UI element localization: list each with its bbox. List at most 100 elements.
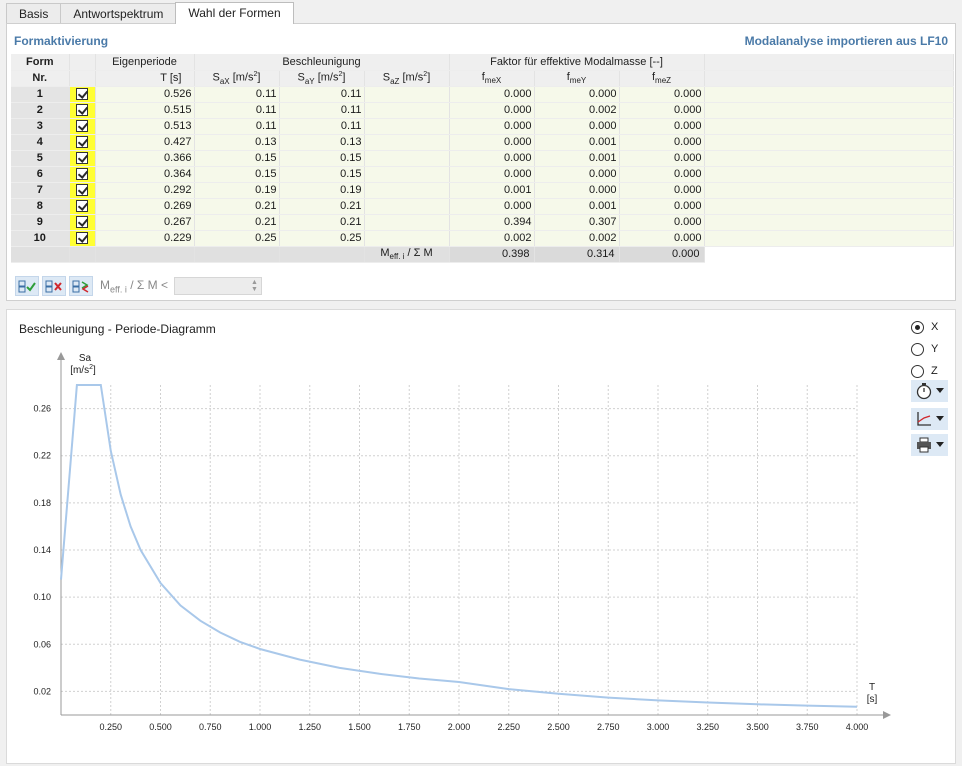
invert-selection-icon — [72, 280, 89, 293]
mode-checkbox-cell[interactable] — [69, 166, 96, 183]
saz-cell — [364, 230, 450, 247]
radio-x[interactable]: X — [911, 316, 938, 338]
mode-checkbox[interactable] — [76, 88, 88, 101]
header-beschleunigung: Beschleunigung — [194, 54, 450, 71]
row-number: 6 — [11, 166, 70, 183]
saz-cell — [364, 86, 450, 103]
fmez-cell: 0.000 — [619, 86, 705, 103]
table-row[interactable]: 2 0.515 0.11 0.11 0.000 0.002 0.000 — [11, 102, 954, 119]
table-row[interactable]: 4 0.427 0.13 0.13 0.000 0.001 0.000 — [11, 134, 954, 151]
fmey-cell: 0.000 — [534, 86, 620, 103]
radio-y[interactable]: Y — [911, 338, 938, 360]
tab-basis[interactable]: Basis — [6, 3, 62, 24]
import-modal-analysis-link[interactable]: Modalanalyse importieren aus LF10 — [745, 34, 948, 48]
mode-checkbox[interactable] — [76, 184, 88, 197]
fmez-cell: 0.000 — [619, 102, 705, 119]
view-options-button[interactable] — [911, 380, 948, 402]
tab-wahl-der-formen[interactable]: Wahl der Formen — [175, 2, 294, 24]
fmey-cell: 0.000 — [534, 118, 620, 135]
fmey-cell: 0.002 — [534, 230, 620, 247]
header-faktor: Faktor für effektive Modalmasse [--] — [449, 54, 705, 71]
row-number: 8 — [11, 198, 70, 215]
fmey-cell: 0.000 — [534, 182, 620, 199]
x-axis-arrow — [883, 711, 891, 719]
mode-checkbox-cell[interactable] — [69, 102, 96, 119]
mode-checkbox[interactable] — [76, 120, 88, 133]
check-all-icon — [18, 280, 36, 293]
mode-checkbox[interactable] — [76, 216, 88, 229]
fmex-cell: 0.000 — [449, 86, 535, 103]
threshold-input[interactable]: ▲ ▼ — [173, 277, 262, 295]
formaktivierung-panel: Formaktivierung Modalanalyse importieren… — [6, 23, 956, 301]
say-cell: 0.11 — [279, 102, 365, 119]
mode-checkbox[interactable] — [76, 104, 88, 117]
table-row[interactable]: 3 0.513 0.11 0.11 0.000 0.000 0.000 — [11, 118, 954, 135]
sax-cell: 0.21 — [194, 198, 280, 215]
mode-checkbox-cell[interactable] — [69, 198, 96, 215]
chevron-down-icon — [936, 442, 944, 447]
table-row[interactable]: 6 0.364 0.15 0.15 0.000 0.000 0.000 — [11, 166, 954, 183]
sax-cell: 0.13 — [194, 134, 280, 151]
mode-checkbox[interactable] — [76, 200, 88, 213]
tab-antwortspektrum[interactable]: Antwortspektrum — [60, 3, 177, 24]
table-row[interactable]: 8 0.269 0.21 0.21 0.000 0.001 0.000 — [11, 198, 954, 215]
row-number: 4 — [11, 134, 70, 151]
mode-checkbox-cell[interactable] — [69, 118, 96, 135]
chevron-down-icon — [936, 388, 944, 393]
fmey-cell: 0.307 — [534, 214, 620, 231]
table-row[interactable]: 5 0.366 0.15 0.15 0.000 0.001 0.000 — [11, 150, 954, 167]
threshold-spinner[interactable]: ▲ ▼ — [251, 279, 258, 293]
table-row[interactable]: 7 0.292 0.19 0.19 0.001 0.000 0.000 — [11, 182, 954, 199]
select-all-button[interactable] — [15, 276, 39, 296]
mode-checkbox-cell[interactable] — [69, 230, 96, 247]
header-nr: Nr. — [11, 70, 70, 87]
fmex-cell: 0.000 — [449, 198, 535, 215]
fmey-cell: 0.001 — [534, 150, 620, 167]
deselect-all-button[interactable] — [42, 276, 66, 296]
sax-cell: 0.15 — [194, 150, 280, 167]
radio-z-indicator — [911, 364, 924, 378]
invert-selection-button[interactable] — [69, 276, 93, 296]
table-row[interactable]: 9 0.267 0.21 0.21 0.394 0.307 0.000 — [11, 214, 954, 231]
saz-cell — [364, 182, 450, 199]
fmey-cell: 0.001 — [534, 134, 620, 151]
table-row[interactable]: 1 0.526 0.11 0.11 0.000 0.000 0.000 — [11, 86, 954, 103]
chevron-down-icon — [936, 416, 944, 421]
period-cell: 0.513 — [95, 118, 195, 135]
row-number: 3 — [11, 118, 70, 135]
print-button[interactable] — [911, 434, 948, 456]
radio-z[interactable]: Z — [911, 360, 938, 382]
y-tick-label: 0.18 — [33, 498, 51, 508]
mode-checkbox-cell[interactable] — [69, 86, 96, 103]
fmez-cell: 0.000 — [619, 150, 705, 167]
sax-cell: 0.15 — [194, 166, 280, 183]
row-number: 1 — [11, 86, 70, 103]
header-row-2: Nr. T [s] SaX [m/s2] SaY [m/s2] SaZ [m/s… — [11, 70, 954, 87]
mode-checkbox[interactable] — [76, 232, 88, 245]
header-sax: SaX [m/s2] — [194, 70, 280, 87]
fmez-cell: 0.000 — [619, 166, 705, 183]
mode-checkbox[interactable] — [76, 152, 88, 165]
period-cell: 0.515 — [95, 102, 195, 119]
mode-checkbox-cell[interactable] — [69, 182, 96, 199]
chart-options-button[interactable] — [911, 408, 948, 430]
mode-checkbox-cell[interactable] — [69, 150, 96, 167]
fmey-cell: 0.000 — [534, 166, 620, 183]
sum-fmey: 0.314 — [534, 246, 620, 263]
header-period-unit: T [s] — [95, 70, 195, 87]
x-tick-label: 2.500 — [547, 722, 570, 732]
mode-checkbox-cell[interactable] — [69, 134, 96, 151]
x-tick-label: 1.000 — [249, 722, 272, 732]
x-tick-label: 0.250 — [99, 722, 122, 732]
table-row[interactable]: 10 0.229 0.25 0.25 0.002 0.002 0.000 — [11, 230, 954, 247]
graph-icon — [917, 412, 931, 426]
mode-checkbox[interactable] — [76, 168, 88, 181]
mode-checkbox-cell[interactable] — [69, 214, 96, 231]
x-tick-label: 1.750 — [398, 722, 421, 732]
mode-checkbox[interactable] — [76, 136, 88, 149]
period-cell: 0.229 — [95, 230, 195, 247]
fmex-cell: 0.001 — [449, 182, 535, 199]
say-cell: 0.19 — [279, 182, 365, 199]
x-tick-label: 0.500 — [149, 722, 172, 732]
fmez-cell: 0.000 — [619, 214, 705, 231]
